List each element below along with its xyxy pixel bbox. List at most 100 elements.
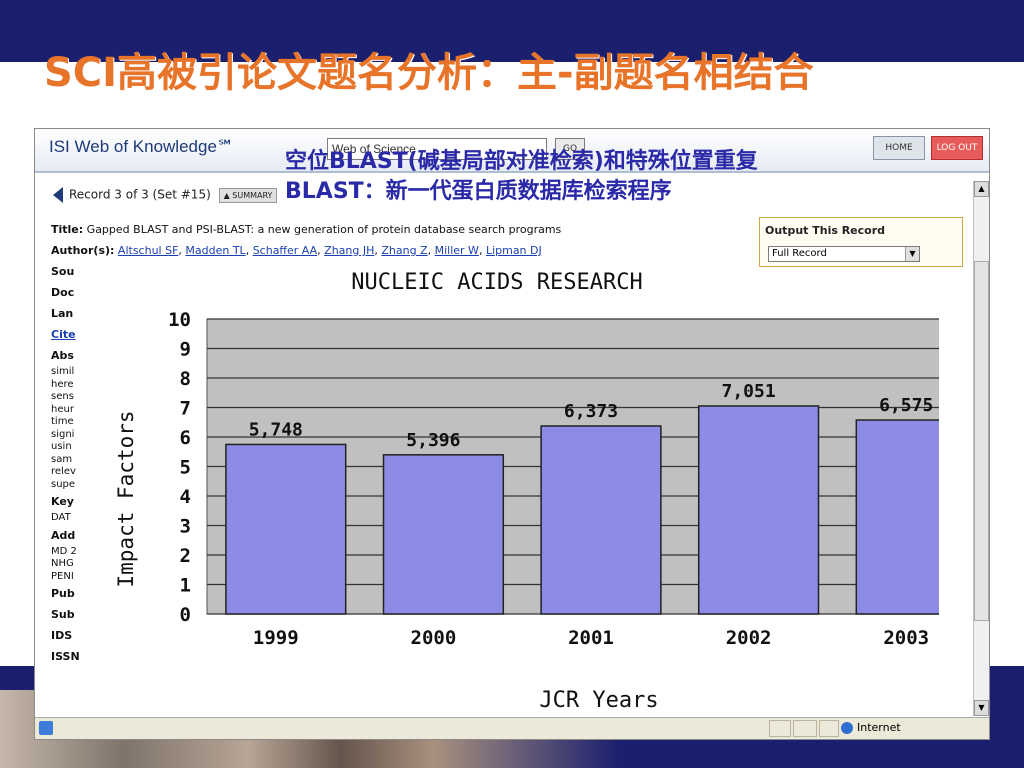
field-label: Doc bbox=[51, 286, 75, 299]
field-label: Sub bbox=[51, 608, 75, 621]
x-tick-label: 1999 bbox=[253, 627, 299, 649]
abstract-fragment: supe bbox=[51, 478, 76, 490]
field-label: ISSN bbox=[51, 650, 80, 663]
field-label: Key bbox=[51, 495, 74, 508]
bar-value-label: 5,748 bbox=[249, 419, 303, 440]
x-tick-label: 2003 bbox=[883, 627, 929, 649]
record-navigation: Record 3 of 3 (Set #15) ▲ SUMMARY bbox=[53, 187, 278, 203]
author-label: Author(s): bbox=[51, 244, 115, 257]
y-tick-label: 6 bbox=[180, 427, 191, 449]
truncated-field-labels: Sou Doc Lan Cite Abs simil here sens heu… bbox=[51, 261, 91, 667]
field-label: Abs bbox=[51, 349, 74, 362]
y-tick-label: 8 bbox=[180, 368, 191, 390]
slide-title: SCI高被引论文题名分析：主-副题名相结合 bbox=[44, 50, 814, 96]
bar bbox=[540, 425, 662, 615]
title-row: Title: Gapped BLAST and PSI-BLAST: a new… bbox=[51, 219, 751, 240]
field-fragment: MD 2 bbox=[51, 545, 77, 557]
field-label: Add bbox=[51, 528, 76, 542]
chart-container: NUCLEIC ACIDS RESEARCH Impact Factors JC… bbox=[105, 267, 939, 715]
title-value: Gapped BLAST and PSI-BLAST: a new genera… bbox=[86, 223, 562, 236]
author-link[interactable]: Miller W bbox=[435, 244, 479, 257]
y-tick-label: 7 bbox=[180, 398, 191, 420]
abstract-fragment: heur bbox=[51, 403, 74, 415]
abstract-fragment: simil bbox=[51, 366, 75, 377]
author-link[interactable]: Zhang JH bbox=[324, 244, 374, 257]
abstract-fragment: signi bbox=[51, 428, 75, 440]
summary-button[interactable]: ▲ SUMMARY bbox=[218, 187, 278, 203]
x-tick-label: 2000 bbox=[411, 627, 457, 649]
author-link[interactable]: Lipman DJ bbox=[486, 244, 542, 257]
y-tick-label: 3 bbox=[180, 516, 191, 538]
bar bbox=[697, 405, 820, 615]
field-fragment: NHG bbox=[51, 558, 74, 569]
bar bbox=[382, 454, 505, 615]
output-title: Output This Record bbox=[765, 224, 886, 237]
bar-value-label: 7,051 bbox=[722, 381, 776, 402]
field-label: Sou bbox=[51, 265, 75, 278]
plot-area: 0 1 2 3 4 5 6 7 8 9 10 5,748 1999 5,396 2000 6,373 2001 7… bbox=[168, 309, 939, 649]
cited-link[interactable]: Cite bbox=[51, 324, 91, 345]
chart-title: NUCLEIC ACIDS RESEARCH bbox=[351, 270, 642, 295]
y-tick-label: 2 bbox=[180, 545, 191, 567]
home-button[interactable]: HOME bbox=[873, 136, 925, 160]
y-tick-label: 9 bbox=[180, 339, 191, 361]
prev-record-arrow-icon[interactable] bbox=[53, 187, 63, 203]
abstract-fragment: sam bbox=[51, 453, 73, 465]
title-label: Title: bbox=[51, 223, 84, 236]
vertical-scrollbar[interactable]: ▲ ▼ bbox=[973, 181, 989, 716]
globe-icon bbox=[841, 722, 853, 734]
author-link[interactable]: Schaffer AA bbox=[253, 244, 317, 257]
field-fragment: PENI bbox=[51, 570, 74, 582]
security-zone: Internet bbox=[841, 721, 901, 734]
status-segment bbox=[769, 720, 791, 737]
status-segment bbox=[819, 720, 839, 737]
bar bbox=[855, 419, 939, 615]
chinese-title-overlay: 空位BLAST(碱基局部对准检索)和特殊位置重复 BLAST：新一代蛋白质数据库… bbox=[285, 147, 758, 207]
y-tick-label: 1 bbox=[180, 575, 191, 597]
bar-value-label: 6,575 bbox=[879, 395, 933, 416]
bar-value-label: 5,396 bbox=[406, 430, 460, 451]
status-segment bbox=[793, 720, 817, 737]
field-fragment: DAT bbox=[51, 512, 71, 523]
field-label: Pub bbox=[51, 587, 75, 600]
ie-page-icon bbox=[39, 721, 53, 735]
overlay-line-1: 空位BLAST(碱基局部对准检索)和特殊位置重复 bbox=[285, 149, 758, 174]
browser-window: ISI Web of Knowledge℠ Web of Science GO … bbox=[34, 128, 990, 740]
record-fields: Title: Gapped BLAST and PSI-BLAST: a new… bbox=[51, 219, 751, 261]
scroll-thumb[interactable] bbox=[974, 261, 989, 621]
record-count: Record 3 of 3 (Set #15) bbox=[69, 187, 211, 202]
abstract-fragment: here bbox=[51, 378, 74, 390]
y-tick-label: 5 bbox=[180, 457, 191, 479]
abstract-fragment: usin bbox=[51, 441, 72, 452]
x-axis-label: JCR Years bbox=[539, 688, 658, 713]
field-label: IDS bbox=[51, 629, 73, 642]
output-record-box: Output This Record Full Record ▼ bbox=[759, 217, 963, 267]
author-link[interactable]: Madden TL bbox=[185, 244, 245, 257]
bar bbox=[225, 443, 347, 615]
y-tick-label: 10 bbox=[168, 309, 191, 331]
author-link[interactable]: Zhang Z bbox=[381, 244, 427, 257]
scroll-up-icon[interactable]: ▲ bbox=[974, 181, 989, 197]
scroll-down-icon[interactable]: ▼ bbox=[974, 700, 989, 716]
abstract-fragment: sens bbox=[51, 391, 74, 402]
impact-factor-chart: NUCLEIC ACIDS RESEARCH Impact Factors JC… bbox=[114, 270, 939, 713]
bar-value-label: 6,373 bbox=[564, 401, 618, 422]
logout-button[interactable]: LOG OUT bbox=[931, 136, 983, 160]
y-tick-label: 0 bbox=[180, 604, 191, 626]
zone-label: Internet bbox=[857, 721, 901, 734]
isi-logo: ISI Web of Knowledge℠ bbox=[49, 137, 235, 156]
status-bar: Internet bbox=[35, 717, 989, 739]
author-link[interactable]: Altschul SF bbox=[118, 244, 178, 257]
chevron-down-icon: ▼ bbox=[905, 247, 919, 261]
author-row: Author(s): Altschul SF, Madden TL, Schaf… bbox=[51, 244, 542, 257]
output-format-select[interactable]: Full Record ▼ bbox=[768, 246, 920, 262]
abstract-fragment: relev bbox=[51, 466, 76, 477]
abstract-fragment: time bbox=[51, 416, 74, 427]
overlay-line-2: BLAST：新一代蛋白质数据库检索程序 bbox=[285, 179, 672, 204]
y-tick-label: 4 bbox=[180, 486, 191, 508]
x-tick-label: 2002 bbox=[726, 627, 772, 649]
output-select-value: Full Record bbox=[772, 248, 827, 259]
x-tick-label: 2001 bbox=[568, 627, 614, 649]
field-label: Lan bbox=[51, 307, 74, 320]
y-axis-label: Impact Factors bbox=[114, 410, 138, 587]
